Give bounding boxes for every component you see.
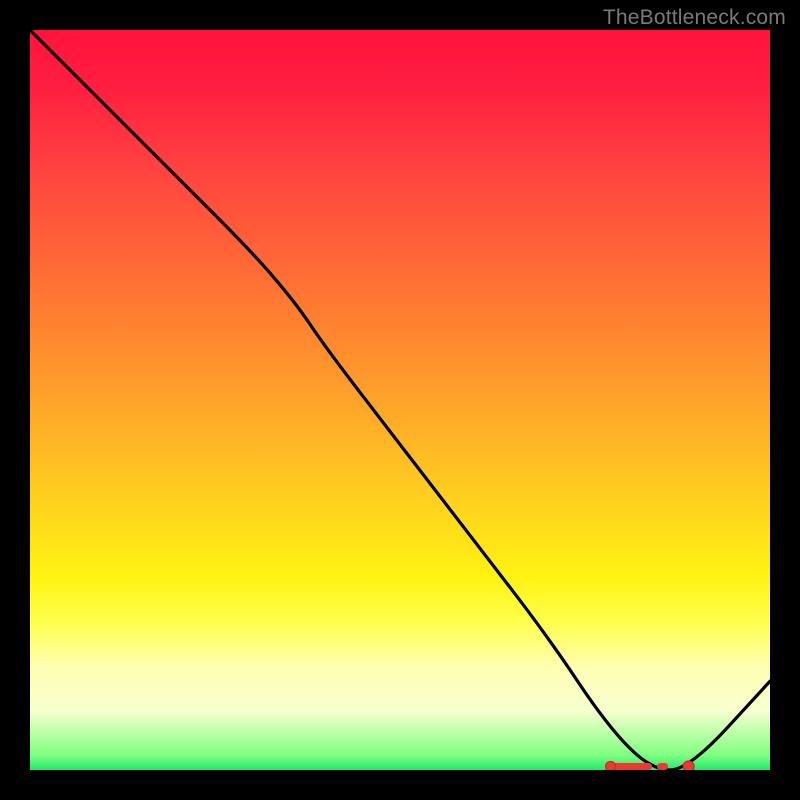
chart-svg (30, 30, 770, 770)
bottleneck-curve-line (30, 30, 770, 770)
attribution-text: TheBottleneck.com (603, 6, 786, 30)
chart-plot-area (30, 30, 770, 770)
